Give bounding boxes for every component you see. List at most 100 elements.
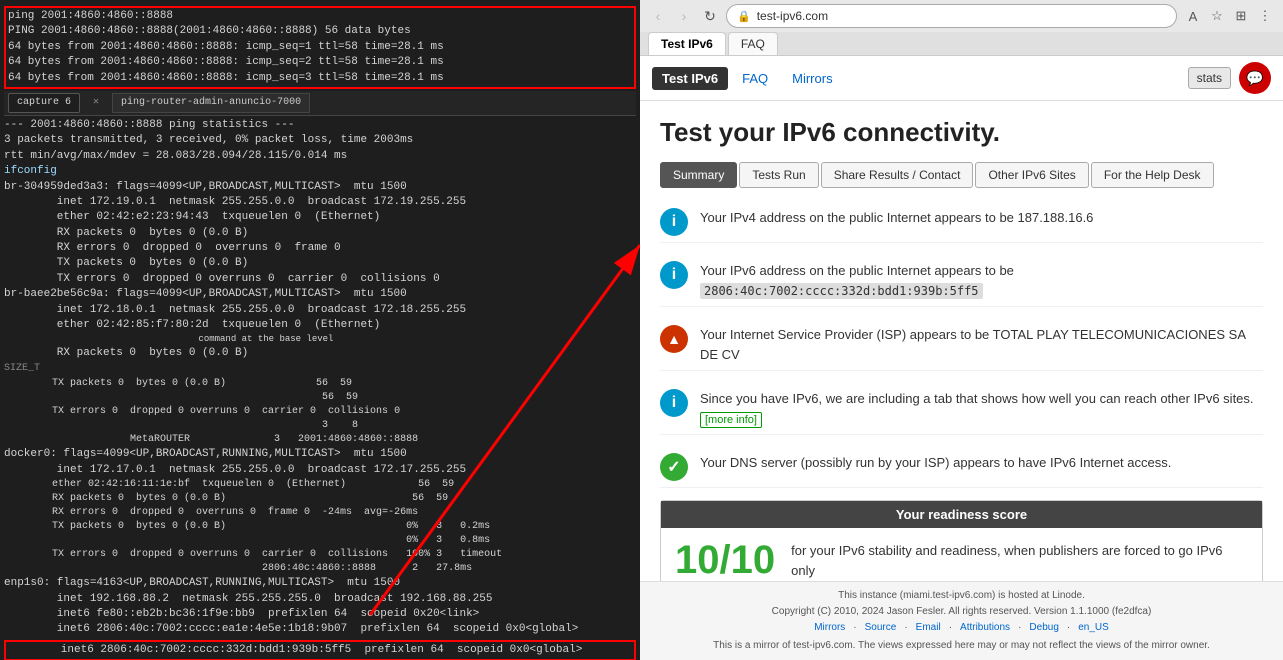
terminal-line: inet 172.18.0.1 netmask 255.255.0.0 broa… [4, 303, 636, 318]
info-text-ipv4: Your IPv4 address on the public Internet… [700, 208, 1093, 228]
terminal-line: ping 2001:4860:4860::8888 [8, 9, 632, 24]
info-icon-ipv6: i [660, 261, 688, 289]
site-nav-links: Test IPv6 FAQ Mirrors [652, 67, 843, 90]
readiness-body: 10/10 for your IPv6 stability and readin… [661, 528, 1262, 581]
footer-sep1: · [853, 620, 856, 636]
info-row-dns: ✓ Your DNS server (possibly run by your … [660, 447, 1263, 488]
nav-mirrors[interactable]: Mirrors [782, 67, 842, 90]
nav-reload-button[interactable]: ↻ [700, 6, 720, 26]
terminal-line: ether 02:42:16:11:1e:bf txqueuelen 0 (Et… [4, 478, 636, 492]
terminal-line: 56 59 [4, 391, 636, 405]
menu-icon[interactable]: ⋮ [1255, 6, 1275, 26]
terminal-line: inet6 2806:40c:7002:cccc:ea1e:4e5e:1b18:… [4, 622, 636, 637]
nav-test-ipv6[interactable]: Test IPv6 [652, 67, 728, 90]
info-text-dns: Your DNS server (possibly run by your IS… [700, 453, 1171, 473]
nav-back-button[interactable]: ‹ [648, 6, 668, 26]
terminal-tabs: capture 6 ✕ ping-router-admin-anuncio-70… [4, 91, 636, 116]
readiness-score: 10/10 [675, 538, 775, 581]
terminal-tab-ping[interactable]: ping-router-admin-anuncio-7000 [112, 93, 310, 113]
tab-other-ipv6-sites[interactable]: Other IPv6 Sites [975, 162, 1088, 188]
info-row-ipv6-tab: i Since you have IPv6, we are including … [660, 383, 1263, 435]
footer-link-source[interactable]: Source [865, 620, 897, 636]
terminal-panel: ping 2001:4860:4860::8888 PING 2001:4860… [0, 0, 640, 660]
terminal-line: TX packets 0 bytes 0 (0.0 B) 0% 3 0.2ms [4, 520, 636, 534]
terminal-line: inet 172.19.0.1 netmask 255.255.0.0 broa… [4, 195, 636, 210]
terminal-line: ether 02:42:85:f7:80:2d txqueuelen 0 (Et… [4, 318, 636, 333]
terminal-line: 64 bytes from 2001:4860:4860::8888: icmp… [8, 71, 632, 86]
tab-tests-run[interactable]: Tests Run [739, 162, 818, 188]
tab-summary[interactable]: Summary [660, 162, 737, 188]
terminal-line: 3 packets transmitted, 3 received, 0% pa… [4, 133, 636, 148]
info-text-ipv6: Your IPv6 address on the public Internet… [700, 261, 1014, 300]
chat-icon[interactable]: 💬 [1239, 62, 1271, 94]
nav-forward-button[interactable]: › [674, 6, 694, 26]
tab-text: Since you have IPv6, we are including a … [700, 391, 1254, 406]
browser-topbar: ‹ › ↻ 🔒 test-ipv6.com A ☆ ⊞ ⋮ [640, 0, 1283, 32]
terminal-line: 3 8 [4, 419, 636, 433]
footer-instance: This instance (miami.test-ipv6.com) is h… [652, 588, 1271, 604]
footer-sep4: · [1018, 620, 1021, 636]
terminal-line: br-baee2be56c9a: flags=4099<UP,BROADCAST… [4, 287, 636, 302]
footer-mirror-text: This is a mirror of test-ipv6.com. The v… [652, 638, 1271, 654]
nav-faq[interactable]: FAQ [732, 67, 778, 90]
bookmark-icon[interactable]: ☆ [1207, 6, 1227, 26]
browser-tab-test-ipv6[interactable]: Test IPv6 [648, 32, 726, 55]
terminal-line: RX errors 0 dropped 0 overruns 0 frame 0… [4, 506, 636, 520]
terminal-tab-close[interactable]: ✕ [84, 93, 108, 113]
readiness-desc: for your IPv6 stability and readiness, w… [791, 541, 1248, 580]
footer-links: Mirrors · Source · Email · Attributions … [652, 620, 1271, 636]
footer-link-email[interactable]: Email [916, 620, 941, 636]
terminal-line: docker0: flags=4099<UP,BROADCAST,RUNNING… [4, 447, 636, 462]
browser-icons: A ☆ ⊞ ⋮ [1183, 6, 1275, 26]
info-row-ipv6: i Your IPv6 address on the public Intern… [660, 255, 1263, 307]
terminal-line: TX errors 0 dropped 0 overruns 0 carrier… [4, 405, 636, 419]
more-info-link[interactable]: [more info] [700, 412, 762, 428]
terminal-line: inet 192.168.88.2 netmask 255.255.255.0 … [4, 592, 636, 607]
footer-link-locale[interactable]: en_US [1078, 620, 1109, 636]
terminal-line: TX packets 0 bytes 0 (0.0 B) [4, 256, 636, 271]
browser-tab-faq[interactable]: FAQ [728, 32, 778, 55]
ipv6-address-highlight: 2806:40c:7002:cccc:332d:bdd1:939b:5ff5 [700, 283, 983, 299]
terminal-line: 2806:40c:4860::8888 2 27.8ms [4, 562, 636, 576]
footer-copyright: Copyright (C) 2010, 2024 Jason Fesler. A… [652, 604, 1271, 620]
info-row-isp: ▲ Your Internet Service Provider (ISP) a… [660, 319, 1263, 371]
terminal-line: 64 bytes from 2001:4860:4860::8888: icmp… [8, 55, 632, 70]
info-icon-tab: i [660, 389, 688, 417]
terminal-line: PING 2001:4860:4860::8888(2001:4860:4860… [8, 24, 632, 39]
terminal-line: TX errors 0 dropped 0 overruns 0 carrier… [4, 272, 636, 287]
terminal-line: MetaROUTER 3 2001:4860:4860::8888 [4, 433, 636, 447]
translate-icon[interactable]: A [1183, 6, 1203, 26]
terminal-line: br-304959ded3a3: flags=4099<UP,BROADCAST… [4, 180, 636, 195]
terminal-line: inet 172.17.0.1 netmask 255.255.0.0 broa… [4, 463, 636, 478]
footer-link-mirrors[interactable]: Mirrors [814, 620, 845, 636]
site-navigation: Test IPv6 FAQ Mirrors stats 💬 [640, 56, 1283, 101]
terminal-line: --- 2001:4860:4860::8888 ping statistics… [4, 118, 636, 133]
readiness-header: Your readiness score [661, 501, 1262, 528]
footer-sep2: · [904, 620, 907, 636]
terminal-line: command at the base level [4, 333, 636, 346]
footer-link-debug[interactable]: Debug [1029, 620, 1058, 636]
ipv6-text-prefix: Your IPv6 address on the public Internet… [700, 263, 1014, 278]
terminal-line: RX errors 0 dropped 0 overruns 0 frame 0 [4, 241, 636, 256]
info-text-tab: Since you have IPv6, we are including a … [700, 389, 1263, 428]
terminal-line: rtt min/avg/max/mdev = 28.083/28.094/28.… [4, 149, 636, 164]
terminal-line: enp1s0: flags=4163<UP,BROADCAST,RUNNING,… [4, 576, 636, 591]
terminal-highlighted-line: inet6 2806:40c:7002:cccc:332d:bdd1:939b:… [8, 643, 632, 658]
site-nav-right: stats 💬 [1188, 62, 1271, 94]
terminal-tab[interactable]: capture 6 [8, 93, 80, 113]
info-row-ipv4: i Your IPv4 address on the public Intern… [660, 202, 1263, 243]
extensions-icon[interactable]: ⊞ [1231, 6, 1251, 26]
footer-link-attributions[interactable]: Attributions [960, 620, 1010, 636]
terminal-ipv6-highlight: inet6 2806:40c:7002:cccc:332d:bdd1:939b:… [4, 640, 636, 660]
main-content: Test your IPv6 connectivity. Summary Tes… [640, 101, 1283, 581]
tab-share-results[interactable]: Share Results / Contact [821, 162, 974, 188]
info-text-isp: Your Internet Service Provider (ISP) app… [700, 325, 1263, 364]
address-text: test-ipv6.com [757, 9, 828, 23]
terminal-col: SIZE_T [4, 362, 40, 376]
readiness-section: Your readiness score 10/10 for your IPv6… [660, 500, 1263, 581]
content-tabs: Summary Tests Run Share Results / Contac… [660, 162, 1263, 188]
tab-help-desk[interactable]: For the Help Desk [1091, 162, 1214, 188]
terminal-line: TX packets 0 bytes 0 (0.0 B) 56 59 [4, 377, 636, 391]
address-bar[interactable]: 🔒 test-ipv6.com [726, 4, 1177, 28]
stats-button[interactable]: stats [1188, 67, 1231, 89]
